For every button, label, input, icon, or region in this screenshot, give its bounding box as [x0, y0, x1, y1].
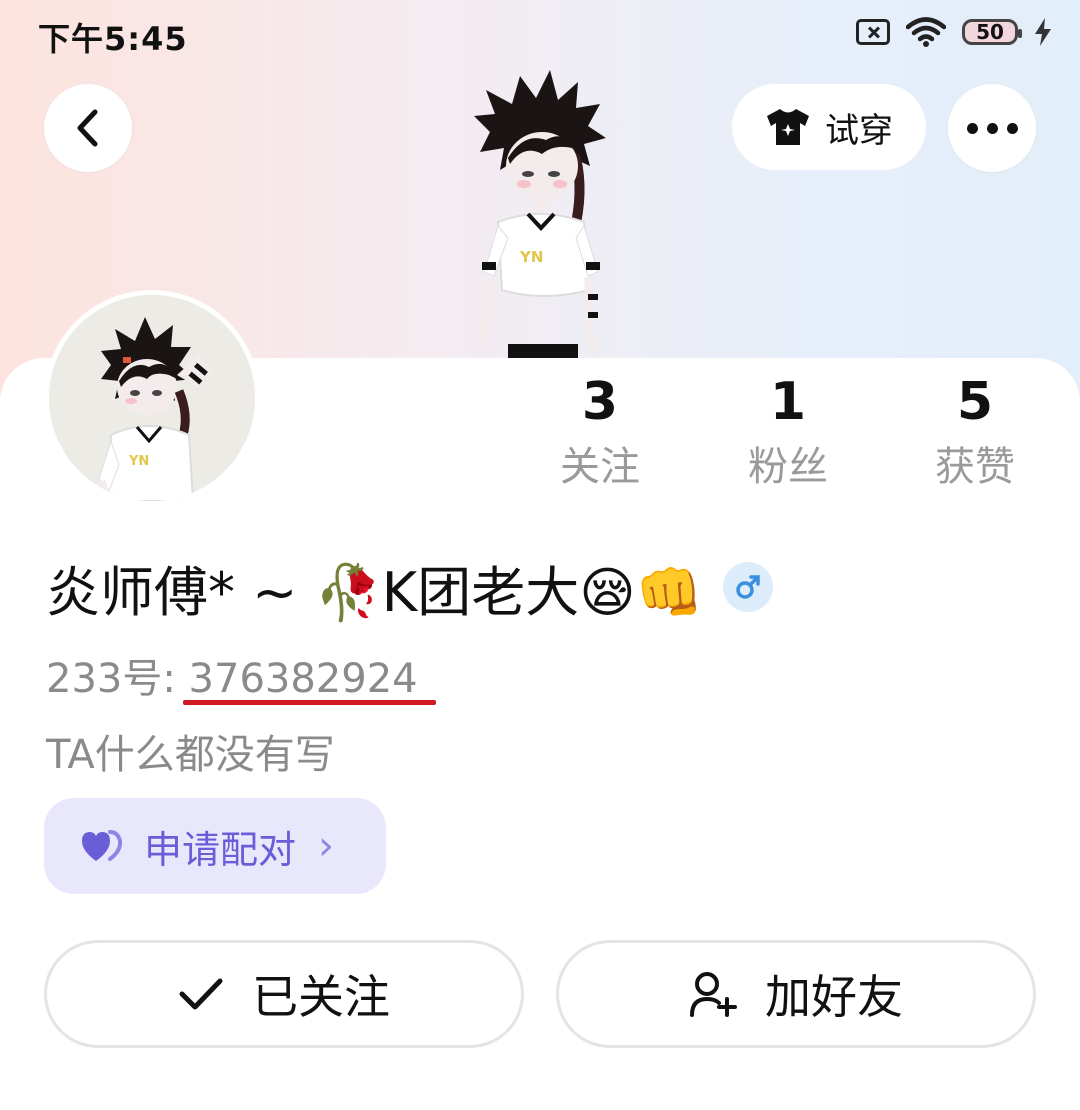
request-pair-button[interactable]: 申请配对 › [44, 798, 386, 894]
avatar-illustration: YN [49, 295, 255, 501]
request-pair-label: 申请配对 [144, 827, 297, 872]
stat-fans-label: 粉丝 [748, 444, 828, 490]
add-friend-label: 加好友 [765, 970, 903, 1024]
svg-text:YN: YN [128, 454, 149, 469]
profile-stats: 3 关注 1 粉丝 5 获赞 [500, 372, 1080, 502]
avatar[interactable]: YN [44, 290, 260, 506]
stat-fans[interactable]: 1 粉丝 [688, 372, 888, 490]
status-bar: 下午5:45 50 [0, 0, 1080, 70]
try-on-label: 试穿 [825, 110, 893, 151]
status-time: 下午5:45 [38, 20, 188, 58]
stat-following[interactable]: 3 关注 [500, 372, 700, 490]
profile-id-prefix: 233号: [46, 656, 189, 702]
stat-fans-value: 1 [769, 372, 807, 432]
id-underline-annotation [183, 700, 436, 705]
character-illustration: YN [474, 70, 606, 362]
profile-name: 炎师傅* ~ 🥀K团老大😪👊 [46, 560, 703, 624]
more-options-button[interactable] [948, 84, 1036, 172]
more-dots-icon [966, 122, 1018, 134]
shirt-icon [767, 109, 809, 145]
battery-indicator: 50 [962, 19, 1022, 45]
chevron-right-icon: › [318, 823, 335, 869]
wifi-icon [906, 17, 946, 47]
followed-label: 已关注 [252, 970, 390, 1024]
add-friend-button[interactable]: 加好友 [556, 940, 1036, 1048]
profile-id-number[interactable]: 376382924 [189, 656, 418, 702]
stat-likes-value: 5 [956, 372, 994, 432]
double-heart-icon [82, 830, 123, 861]
add-user-icon [690, 972, 737, 1017]
no-sim-icon [856, 19, 890, 45]
charging-icon [1035, 18, 1051, 46]
profile-id: 233号: 376382924 [46, 646, 418, 704]
chevron-left-icon [77, 109, 98, 147]
back-button[interactable] [44, 84, 132, 172]
stat-likes-label: 获赞 [935, 444, 1015, 490]
svg-text:YN: YN [519, 248, 543, 266]
status-icons: 50 [856, 16, 1052, 48]
stat-likes[interactable]: 5 获赞 [875, 372, 1075, 490]
followed-button[interactable]: 已关注 [44, 940, 524, 1048]
try-on-button[interactable]: 试穿 [732, 84, 926, 170]
stat-following-value: 3 [581, 372, 619, 432]
profile-name-row: 炎师傅* ~ 🥀K团老大😪👊 [46, 552, 773, 624]
male-gender-icon [722, 562, 773, 612]
checkmark-icon [179, 978, 223, 1010]
profile-bio: TA什么都没有写 [46, 732, 335, 778]
stat-following-label: 关注 [560, 444, 640, 490]
